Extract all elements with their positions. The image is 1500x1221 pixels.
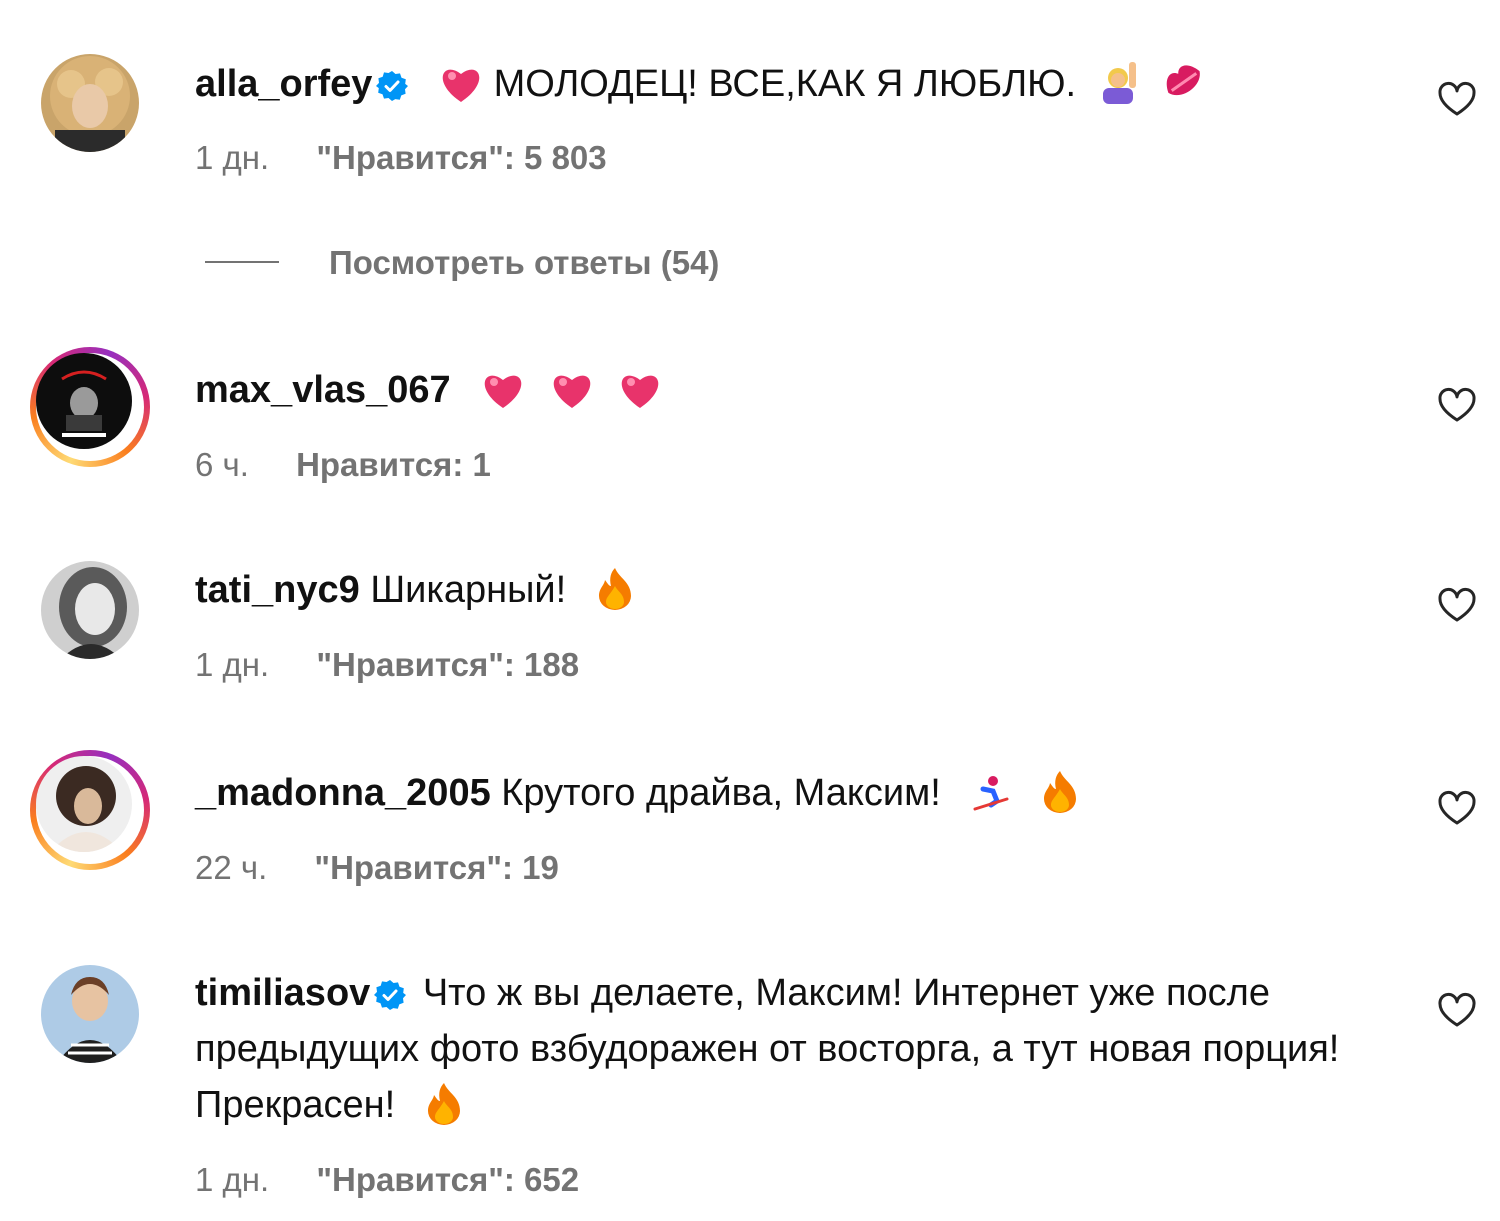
likes-count[interactable]: "Нравится": 5 803 (316, 139, 606, 176)
verified-badge-icon (376, 70, 409, 102)
heart-outline-icon (1438, 82, 1476, 116)
username[interactable]: tati_nyc9 (195, 569, 360, 611)
like-button[interactable] (1437, 991, 1477, 1031)
heart-outline-icon (1438, 993, 1476, 1027)
comment-item: tati_nyc9 Шикарный! 1 дн. "Нравится": 18… (0, 550, 1500, 710)
avatar[interactable] (41, 561, 139, 659)
comment-meta: 1 дн. "Нравится": 652 (195, 1160, 579, 1200)
likes-count[interactable]: "Нравится": 652 (316, 1161, 579, 1198)
heart-outline-icon (1438, 588, 1476, 622)
likes-count[interactable]: "Нравится": 188 (316, 646, 579, 683)
comment-item: _madonna_2005 Крутого драйва, Максим! 22… (0, 745, 1500, 905)
replies-divider (205, 261, 279, 263)
fire-emoji-icon (1042, 769, 1078, 813)
person-raising-hand-emoji-icon (1097, 60, 1141, 104)
comment-time[interactable]: 22 ч. (195, 849, 267, 886)
like-button[interactable] (1437, 586, 1477, 626)
like-button[interactable] (1437, 386, 1477, 426)
username[interactable]: max_vlas_067 (195, 369, 451, 411)
username[interactable]: alla_orfey (195, 63, 372, 105)
comment-time[interactable]: 1 дн. (195, 1161, 269, 1198)
comment-item: timiliasov Что ж вы делаете, Максим! Инт… (0, 955, 1500, 1215)
comment-item: max_vlas_067 6 ч. Нравится: 1 (0, 340, 1500, 520)
view-replies-button[interactable]: Посмотреть ответы (54) (205, 244, 719, 286)
fire-emoji-icon (426, 1081, 462, 1125)
heart-emoji-icon (550, 370, 594, 410)
avatar[interactable] (41, 965, 139, 1063)
heart-emoji-icon (439, 64, 483, 104)
comment-line: _madonna_2005 Крутого драйва, Максим! (195, 765, 1078, 821)
comment-text: Крутого драйва, Максим! (501, 772, 941, 814)
username[interactable]: timiliasov (195, 972, 370, 1014)
kiss-mark-emoji-icon (1161, 60, 1207, 104)
comment-meta: 1 дн. "Нравится": 5 803 (195, 138, 607, 178)
username[interactable]: _madonna_2005 (195, 772, 491, 814)
comment-time[interactable]: 6 ч. (195, 446, 249, 483)
comment-text: МОЛОДЕЦ! ВСЕ,КАК Я ЛЮБЛЮ. (493, 63, 1077, 105)
like-button[interactable] (1437, 80, 1477, 120)
heart-emoji-icon (481, 370, 525, 410)
fire-emoji-icon (597, 566, 633, 610)
avatar[interactable] (30, 750, 150, 870)
comment-line: tati_nyc9 Шикарный! (195, 562, 633, 618)
avatar[interactable] (41, 54, 139, 152)
verified-badge-icon (374, 979, 407, 1011)
likes-count[interactable]: Нравится: 1 (296, 446, 491, 483)
comment-item: alla_orfey МОЛОДЕЦ! ВСЕ,КАК Я ЛЮБЛЮ. 1 д… (0, 0, 1500, 300)
comment-time[interactable]: 1 дн. (195, 646, 269, 683)
comment-meta: 22 ч. "Нравится": 19 (195, 848, 559, 888)
comment-line: max_vlas_067 (195, 362, 662, 418)
heart-emoji-icon (618, 370, 662, 410)
comment-text: Шикарный! (370, 569, 567, 611)
comment-meta: 6 ч. Нравится: 1 (195, 445, 491, 485)
comment-meta: 1 дн. "Нравится": 188 (195, 645, 579, 685)
heart-outline-icon (1438, 388, 1476, 422)
heart-outline-icon (1438, 791, 1476, 825)
skier-emoji-icon (971, 773, 1011, 813)
avatar[interactable] (30, 347, 150, 467)
comment-line: timiliasov Что ж вы делаете, Максим! Инт… (195, 965, 1405, 1133)
comment-line: alla_orfey МОЛОДЕЦ! ВСЕ,КАК Я ЛЮБЛЮ. (195, 56, 1207, 112)
likes-count[interactable]: "Нравится": 19 (314, 849, 558, 886)
view-replies-label: Посмотреть ответы (54) (329, 244, 720, 281)
comment-time[interactable]: 1 дн. (195, 139, 269, 176)
like-button[interactable] (1437, 789, 1477, 829)
